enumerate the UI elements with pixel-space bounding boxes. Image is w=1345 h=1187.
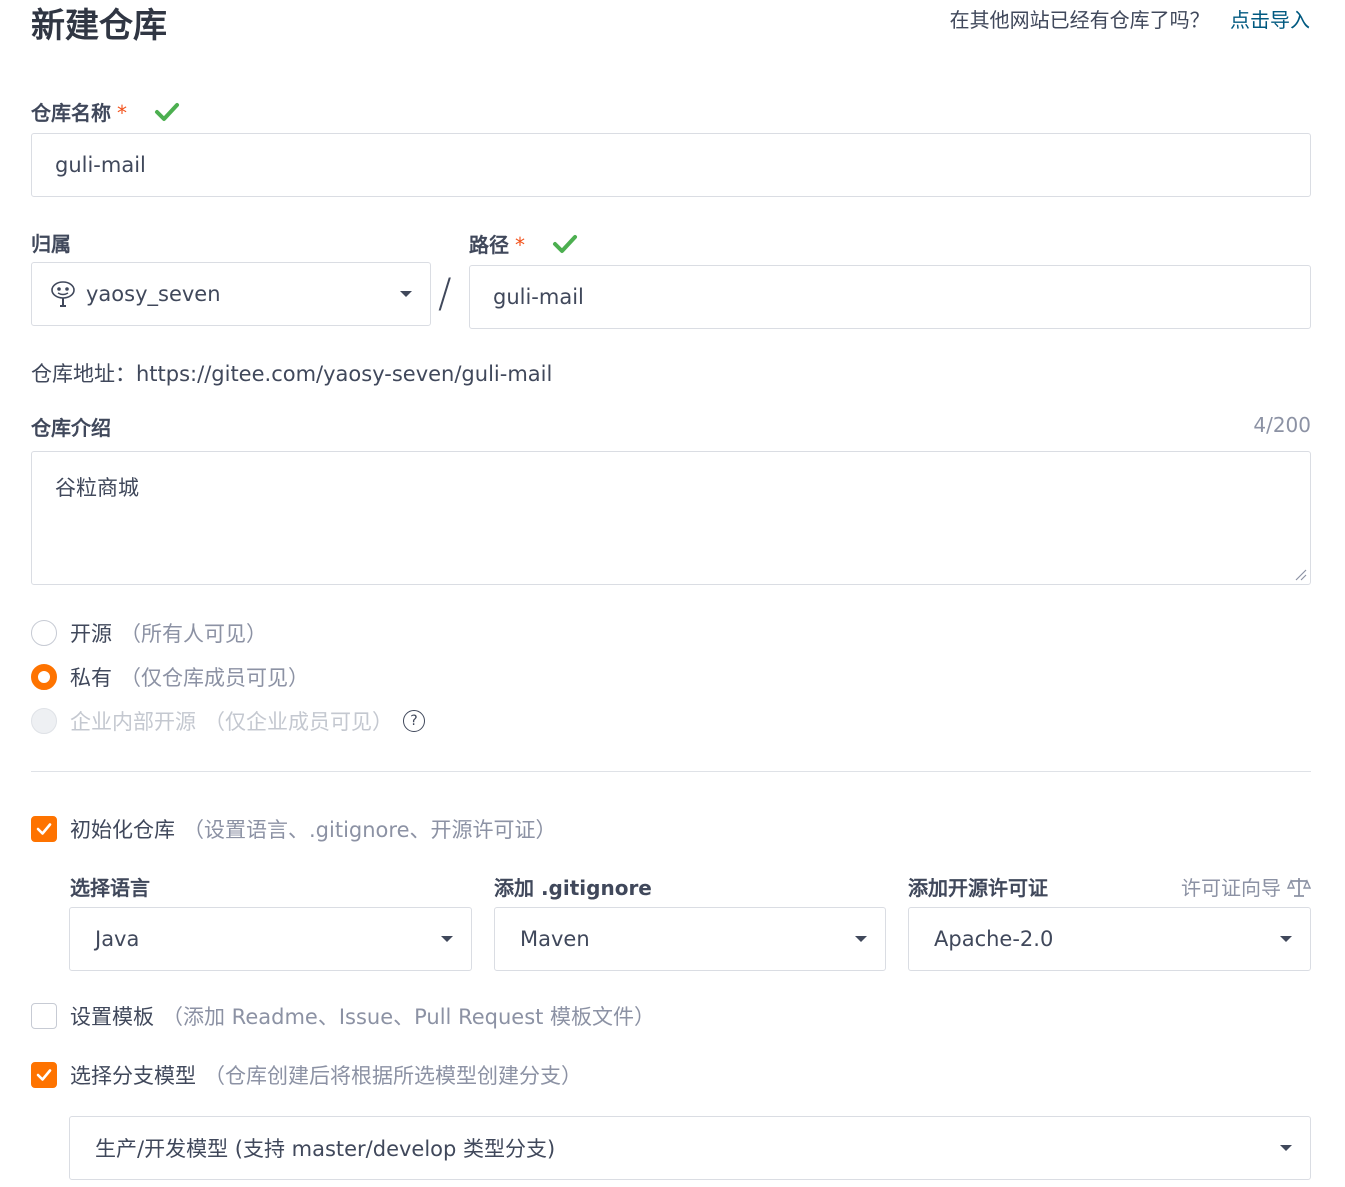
- language-select[interactable]: Java: [69, 907, 472, 971]
- required-mark: *: [515, 233, 525, 257]
- checkmark-icon: [36, 823, 52, 835]
- resize-handle-icon[interactable]: [1293, 567, 1307, 581]
- option-label: 开源: [70, 622, 112, 646]
- visibility-option-private[interactable]: 私有 （仅仓库成员可见）: [31, 662, 309, 692]
- path-label-text: 路径: [469, 233, 509, 257]
- gitignore-select[interactable]: Maven: [494, 907, 886, 971]
- visibility-option-public[interactable]: 开源 （所有人可见）: [31, 618, 267, 648]
- radio-button[interactable]: [31, 620, 57, 646]
- checkbox[interactable]: [31, 816, 57, 842]
- chevron-down-icon: [1280, 1145, 1292, 1151]
- branch-model-value: 生产/开发模型 (支持 master/develop 类型分支): [95, 1137, 556, 1161]
- template-checkbox-row[interactable]: 设置模板 （添加 Readme、Issue、Pull Request 模板文件）: [31, 1001, 655, 1031]
- option-note: （所有人可见）: [120, 622, 267, 646]
- branch-model-label: 选择分支模型: [70, 1064, 196, 1088]
- option-label: 私有: [70, 666, 112, 690]
- check-icon: [552, 235, 577, 253]
- branch-model-checkbox-row[interactable]: 选择分支模型 （仓库创建后将根据所选模型创建分支）: [31, 1060, 582, 1090]
- path-input[interactable]: guli-mail: [469, 265, 1311, 329]
- radio-button[interactable]: [31, 664, 57, 690]
- chevron-down-icon: [1280, 936, 1292, 942]
- description-label: 仓库介绍: [31, 416, 111, 440]
- repo-name-label: 仓库名称 *: [31, 97, 180, 126]
- description-value: 谷粒商城: [55, 476, 139, 500]
- repo-url: 仓库地址：https://gitee.com/yaosy-seven/guli-…: [31, 358, 552, 388]
- help-icon[interactable]: ?: [403, 710, 425, 732]
- license-value: Apache-2.0: [934, 927, 1054, 951]
- visibility-option-enterprise: 企业内部开源 （仅企业成员可见） ?: [31, 706, 425, 736]
- import-link[interactable]: 点击导入: [1230, 8, 1310, 32]
- init-repo-label: 初始化仓库: [70, 818, 175, 842]
- repo-url-label: 仓库地址：: [31, 362, 136, 386]
- license-label: 添加开源许可证: [908, 876, 1048, 900]
- path-separator: /: [438, 271, 452, 317]
- chevron-down-icon: [400, 291, 412, 297]
- import-hint: 在其他网站已经有仓库了吗？ 点击导入: [950, 4, 1310, 33]
- gitignore-label: 添加 .gitignore: [494, 876, 652, 900]
- description-counter: 4/200: [1253, 413, 1311, 437]
- check-icon: [154, 103, 179, 121]
- license-select[interactable]: Apache-2.0: [908, 907, 1311, 971]
- checkbox[interactable]: [31, 1062, 57, 1088]
- owner-label: 归属: [31, 232, 71, 256]
- repo-url-value: https://gitee.com/yaosy-seven/guli-mail: [136, 362, 553, 386]
- init-repo-note: （设置语言、.gitignore、开源许可证）: [183, 818, 557, 842]
- import-prompt: 在其他网站已经有仓库了吗？: [949, 8, 1210, 32]
- branch-model-select[interactable]: 生产/开发模型 (支持 master/develop 类型分支): [69, 1116, 1311, 1180]
- gitignore-value: Maven: [520, 927, 590, 951]
- repo-name-label-text: 仓库名称: [31, 101, 111, 125]
- path-label: 路径 *: [469, 229, 578, 258]
- chevron-down-icon: [441, 936, 453, 942]
- license-guide-text: 许可证向导: [1181, 876, 1281, 900]
- init-repo-checkbox-row[interactable]: 初始化仓库 （设置语言、.gitignore、开源许可证）: [31, 814, 557, 844]
- option-note: （仅仓库成员可见）: [120, 666, 309, 690]
- branch-model-note: （仓库创建后将根据所选模型创建分支）: [204, 1064, 582, 1088]
- repo-name-input[interactable]: guli-mail: [31, 133, 1311, 197]
- option-label: 企业内部开源: [70, 710, 196, 734]
- scale-icon: [1287, 877, 1311, 897]
- owner-select[interactable]: yaosy_seven: [31, 262, 431, 326]
- checkmark-icon: [36, 1069, 52, 1081]
- template-note: （添加 Readme、Issue、Pull Request 模板文件）: [162, 1005, 656, 1029]
- description-textarea[interactable]: 谷粒商城: [31, 451, 1311, 585]
- language-label: 选择语言: [70, 876, 150, 900]
- page-title: 新建仓库: [31, 6, 167, 46]
- option-note: （仅企业成员可见）: [204, 710, 393, 734]
- avatar: [51, 281, 75, 307]
- owner-value: yaosy_seven: [86, 282, 221, 306]
- required-mark: *: [117, 101, 127, 125]
- checkbox[interactable]: [31, 1003, 57, 1029]
- language-value: Java: [95, 927, 140, 951]
- radio-button: [31, 708, 57, 734]
- divider: [31, 771, 1311, 772]
- license-guide-link[interactable]: 许可证向导: [1181, 872, 1311, 901]
- template-label: 设置模板: [70, 1005, 154, 1029]
- chevron-down-icon: [855, 936, 867, 942]
